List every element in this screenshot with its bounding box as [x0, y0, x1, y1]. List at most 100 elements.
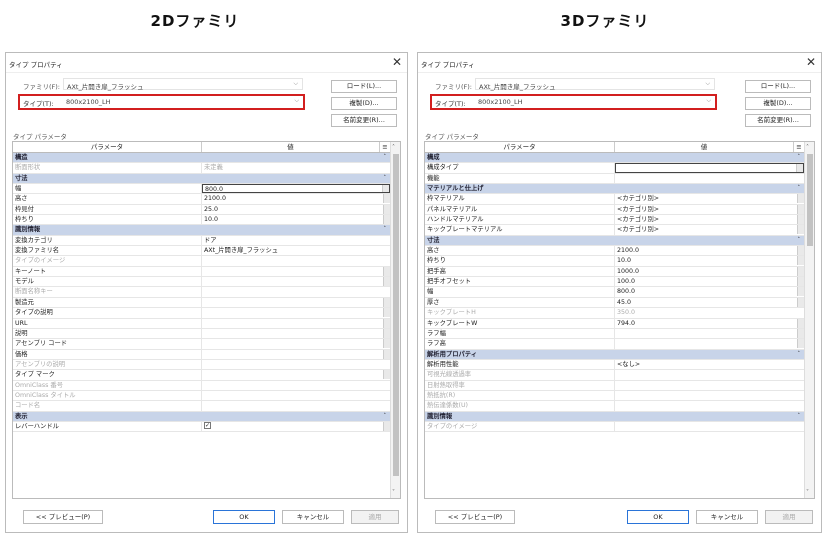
- parameter-value[interactable]: [615, 163, 804, 173]
- parameter-group-header[interactable]: 解析用プロパティ ˄: [425, 349, 814, 360]
- parameter-value[interactable]: [202, 266, 390, 276]
- parameter-value[interactable]: [202, 318, 390, 328]
- ok-button[interactable]: OK: [213, 510, 275, 524]
- parameter-group-header[interactable]: 識別情報 ˄: [425, 411, 814, 422]
- parameter-value[interactable]: [202, 308, 390, 318]
- parameter-value[interactable]: 2100.0: [202, 194, 390, 204]
- parameter-value[interactable]: [615, 339, 804, 349]
- formula-button[interactable]: [797, 328, 804, 338]
- parameter-value[interactable]: AXt_片開き扉_フラッシュ: [202, 246, 390, 255]
- vertical-scrollbar[interactable]: ˄ ˅: [390, 142, 400, 498]
- parameter-value[interactable]: <カテゴリ別>: [615, 225, 804, 235]
- parameter-value[interactable]: <カテゴリ別>: [615, 204, 804, 214]
- formula-button[interactable]: [383, 204, 390, 214]
- parameter-group-header[interactable]: 寸法 ˄: [425, 235, 814, 247]
- scroll-thumb[interactable]: [807, 154, 813, 246]
- apply-button[interactable]: 適用: [351, 510, 399, 524]
- formula-button[interactable]: [797, 287, 804, 297]
- checkbox-checked-icon[interactable]: ✓: [204, 422, 211, 430]
- family-select[interactable]: AXt_片開き扉_フラッシュ ⌵: [475, 78, 715, 91]
- parameter-group-header[interactable]: 寸法 ˄: [13, 173, 400, 185]
- scroll-up-icon[interactable]: ˄: [806, 144, 809, 151]
- parameter-value[interactable]: 25.0: [202, 204, 390, 214]
- parameter-value[interactable]: [202, 370, 390, 380]
- formula-button[interactable]: [383, 349, 390, 359]
- duplicate-button[interactable]: 複製(D)...: [331, 97, 397, 110]
- parameter-value[interactable]: 45.0: [615, 297, 804, 307]
- type-select[interactable]: 800x2100_LH ⌵: [63, 96, 303, 108]
- ok-button[interactable]: OK: [627, 510, 689, 524]
- parameter-value[interactable]: ドア: [202, 236, 390, 245]
- formula-button[interactable]: [797, 318, 804, 328]
- parameter-value[interactable]: 2100.0: [615, 246, 804, 256]
- parameter-value[interactable]: [202, 297, 390, 307]
- parameter-value[interactable]: <カテゴリ別>: [615, 215, 804, 225]
- load-button[interactable]: ロード(L)...: [745, 80, 811, 93]
- parameter-value[interactable]: [615, 328, 804, 338]
- formula-button[interactable]: [797, 297, 804, 307]
- formula-button[interactable]: [383, 277, 390, 287]
- vertical-scrollbar[interactable]: ˄ ˅: [804, 142, 814, 498]
- collapse-icon[interactable]: ˄: [202, 174, 390, 183]
- collapse-icon[interactable]: ˄: [615, 153, 804, 162]
- formula-button[interactable]: [383, 328, 390, 338]
- parameter-value[interactable]: 10.0: [202, 215, 390, 225]
- apply-button[interactable]: 適用: [765, 510, 813, 524]
- parameter-group-header[interactable]: マテリアルと仕上げ ˄: [425, 184, 814, 195]
- parameter-value[interactable]: [202, 339, 390, 349]
- parameter-value[interactable]: 800.0: [615, 287, 804, 297]
- parameter-value[interactable]: 1000.0: [615, 266, 804, 276]
- close-icon[interactable]: ✕: [392, 55, 402, 69]
- formula-button[interactable]: [797, 256, 804, 266]
- parameter-value[interactable]: 794.0: [615, 318, 804, 328]
- formula-button[interactable]: [797, 215, 804, 225]
- rename-button[interactable]: 名前変更(R)...: [331, 114, 397, 127]
- preview-button[interactable]: << プレビュー(P): [23, 510, 103, 524]
- parameter-group-header[interactable]: 構成 ˄: [425, 153, 814, 164]
- parameter-value[interactable]: <カテゴリ別>: [615, 194, 804, 204]
- scroll-down-icon[interactable]: ˅: [806, 489, 809, 496]
- scroll-up-icon[interactable]: ˄: [392, 144, 395, 151]
- formula-button[interactable]: [383, 339, 390, 349]
- parameter-value[interactable]: 100.0: [615, 277, 804, 287]
- formula-button[interactable]: [797, 204, 804, 214]
- parameter-group-header[interactable]: 識別情報 ˄: [13, 225, 400, 236]
- formula-button[interactable]: [797, 194, 804, 204]
- formula-button[interactable]: [797, 246, 804, 256]
- cancel-button[interactable]: キャンセル: [696, 510, 758, 524]
- scroll-thumb[interactable]: [393, 154, 399, 476]
- parameter-value[interactable]: [202, 349, 390, 359]
- parameter-value[interactable]: [615, 174, 804, 183]
- parameter-value[interactable]: 10.0: [615, 256, 804, 266]
- collapse-icon[interactable]: ˄: [615, 412, 804, 421]
- formula-button[interactable]: [383, 266, 390, 276]
- formula-button[interactable]: [383, 194, 390, 204]
- formula-button[interactable]: [383, 297, 390, 307]
- parameter-value[interactable]: <なし>: [615, 360, 804, 369]
- collapse-icon[interactable]: ˄: [202, 412, 390, 421]
- formula-button[interactable]: [797, 225, 804, 235]
- formula-button[interactable]: [797, 277, 804, 287]
- collapse-icon[interactable]: ˄: [615, 350, 804, 359]
- formula-button[interactable]: [383, 215, 390, 225]
- formula-button[interactable]: [796, 164, 803, 172]
- formula-button[interactable]: [383, 308, 390, 318]
- collapse-icon[interactable]: ˄: [202, 153, 390, 162]
- rename-button[interactable]: 名前変更(R)...: [745, 114, 811, 127]
- formula-button[interactable]: [797, 266, 804, 276]
- parameter-group-header[interactable]: 構造 ˄: [13, 153, 400, 164]
- parameter-value[interactable]: ✓: [202, 421, 390, 431]
- scroll-down-icon[interactable]: ˅: [392, 489, 395, 496]
- parameter-group-header[interactable]: 表示 ˄: [13, 411, 400, 422]
- family-select[interactable]: AXt_片開き扉_フラッシュ ⌵: [63, 78, 303, 91]
- parameter-value[interactable]: [202, 277, 390, 287]
- formula-button[interactable]: [797, 339, 804, 349]
- collapse-icon[interactable]: ˄: [615, 236, 804, 245]
- close-icon[interactable]: ✕: [806, 55, 816, 69]
- cancel-button[interactable]: キャンセル: [282, 510, 344, 524]
- duplicate-button[interactable]: 複製(D)...: [745, 97, 811, 110]
- formula-button[interactable]: [382, 185, 389, 193]
- parameter-value[interactable]: 800.0: [202, 184, 390, 194]
- parameter-value[interactable]: [202, 328, 390, 338]
- preview-button[interactable]: << プレビュー(P): [435, 510, 515, 524]
